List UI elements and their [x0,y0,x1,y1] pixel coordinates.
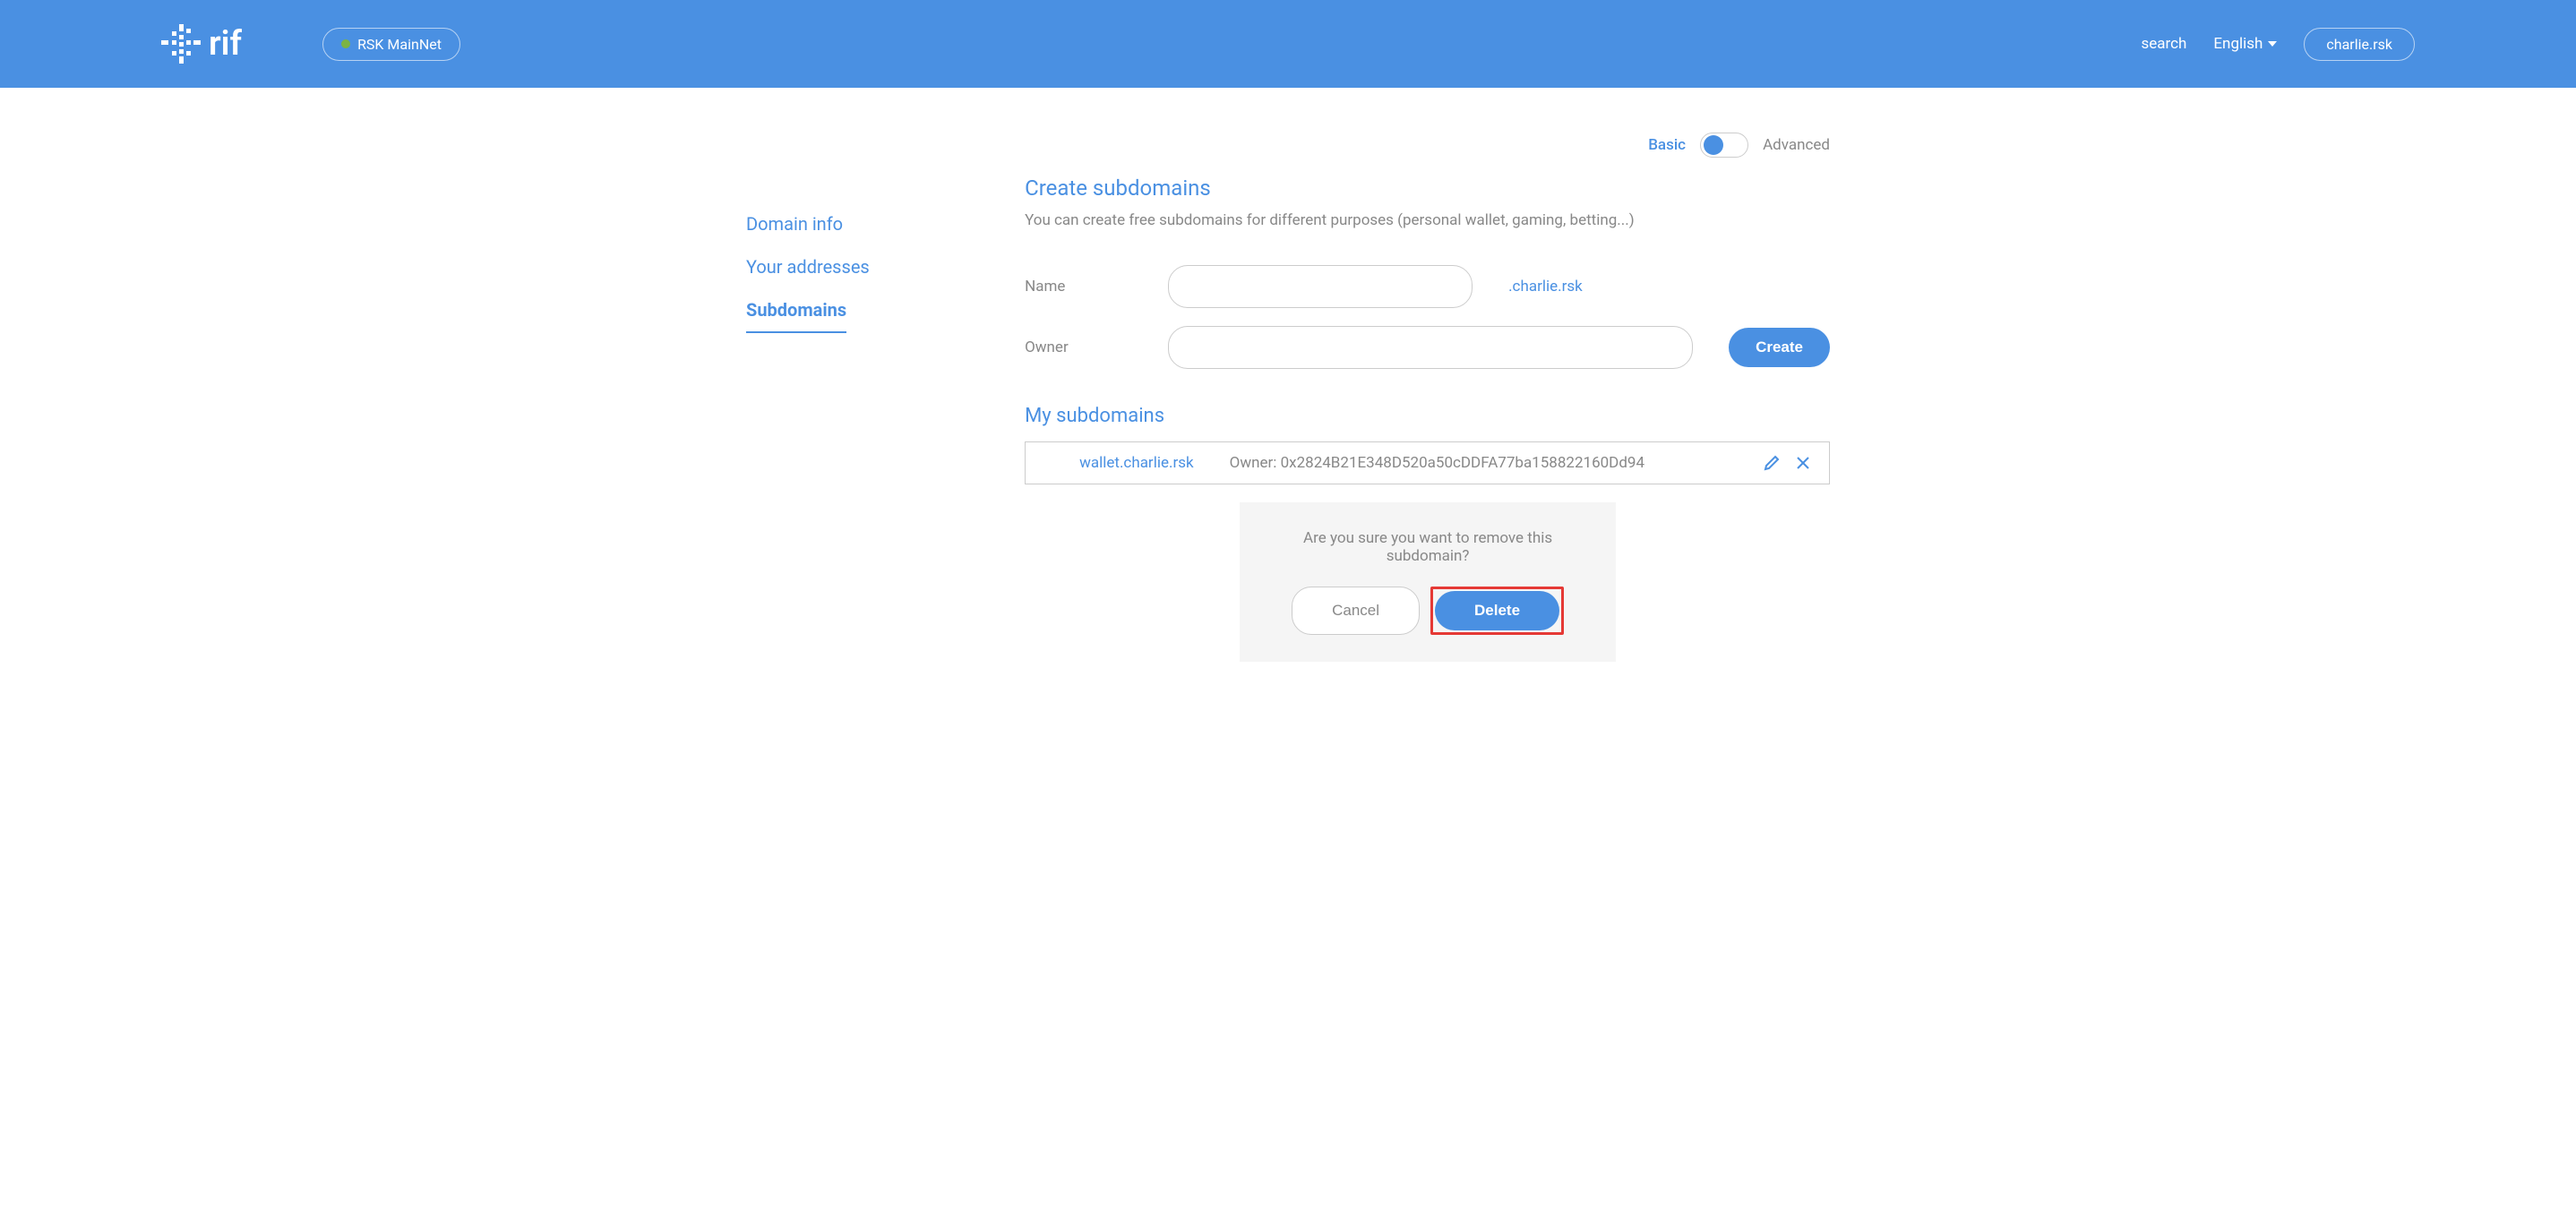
owner-label: Owner [1025,338,1150,356]
network-badge[interactable]: RSK MainNet [322,28,460,61]
mode-toggle[interactable] [1700,133,1748,158]
owner-input[interactable] [1168,326,1693,369]
create-description: You can create free subdomains for diffe… [1025,211,1830,229]
network-name: RSK MainNet [357,36,442,53]
search-link[interactable]: search [2141,35,2186,53]
sidebar: Domain info Your addresses Subdomains [746,176,971,662]
sidebar-item-subdomains[interactable]: Subdomains [746,288,846,333]
sidebar-item-domain-info[interactable]: Domain info [746,202,971,245]
header: rif RSK MainNet search English charlie.r… [0,0,2576,88]
mode-basic-label[interactable]: Basic [1648,136,1686,154]
name-input[interactable] [1168,265,1473,308]
create-title: Create subdomains [1025,176,1830,201]
my-subdomains-title: My subdomains [1025,405,1830,427]
main-content: Create subdomains You can create free su… [1025,176,1830,662]
mode-toggle-row: Basic Advanced [746,133,1830,158]
create-button[interactable]: Create [1729,328,1830,367]
toggle-knob [1704,135,1723,155]
delete-highlight: Delete [1430,587,1564,635]
chevron-down-icon [2268,41,2277,47]
logo[interactable]: rif [161,24,242,64]
sidebar-item-your-addresses[interactable]: Your addresses [746,245,971,288]
user-name: charlie.rsk [2326,36,2392,53]
delete-button[interactable]: Delete [1435,591,1559,630]
confirm-text: Are you sure you want to remove this sub… [1284,529,1571,565]
close-icon[interactable] [1795,454,1811,472]
edit-icon[interactable] [1763,454,1781,472]
user-badge[interactable]: charlie.rsk [2304,28,2415,61]
subdomain-name[interactable]: wallet.charlie.rsk [1079,454,1194,472]
subdomain-owner: Owner: 0x2824B21E348D520a50cDDFA77ba1588… [1230,454,1727,472]
domain-suffix: .charlie.rsk [1508,278,1583,296]
mode-advanced-label[interactable]: Advanced [1763,136,1830,154]
subdomain-row: wallet.charlie.rsk Owner: 0x2824B21E348D… [1025,441,1830,484]
cancel-button[interactable]: Cancel [1292,587,1420,635]
logo-text: rif [209,24,242,64]
language-label: English [2213,35,2263,53]
logo-icon [161,24,202,64]
name-label: Name [1025,278,1150,296]
language-selector[interactable]: English [2213,35,2277,53]
confirm-dialog: Are you sure you want to remove this sub… [1240,502,1616,662]
network-status-dot [341,39,350,48]
